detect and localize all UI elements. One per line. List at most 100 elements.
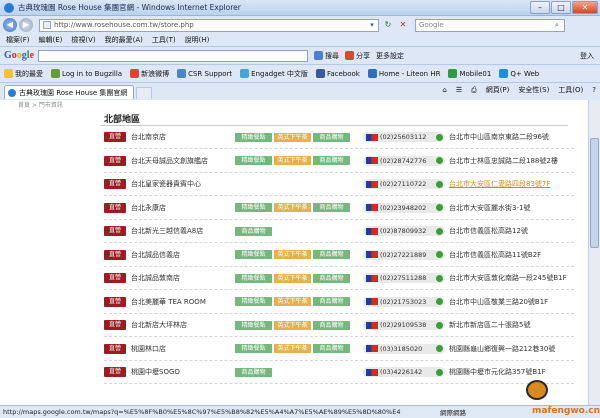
taiwan-flag-icon bbox=[366, 321, 378, 329]
fav-facebook[interactable]: Facebook bbox=[315, 69, 360, 78]
print-icon[interactable]: ⎙ bbox=[471, 86, 477, 95]
phone-number: (02)29109538 bbox=[380, 321, 427, 329]
store-name[interactable]: 台北永康店 bbox=[131, 203, 235, 213]
cmd-safety[interactable]: 安全性(S) bbox=[518, 85, 549, 95]
call-icon[interactable] bbox=[436, 368, 443, 376]
call-icon[interactable] bbox=[436, 345, 443, 352]
address-dropdown-icon[interactable]: ▾ bbox=[366, 21, 378, 29]
store-name[interactable]: 台北誠品信義店 bbox=[131, 250, 235, 260]
menu-view[interactable]: 檢視(V) bbox=[71, 35, 95, 45]
call-icon[interactable] bbox=[436, 180, 443, 188]
cmd-tools[interactable]: 工具(O) bbox=[558, 85, 583, 95]
call-icon[interactable] bbox=[436, 157, 443, 164]
fav-qweb[interactable]: Q+ Web bbox=[499, 69, 539, 78]
call-icon[interactable] bbox=[436, 298, 443, 305]
phone-pill: (02)23948202 bbox=[363, 202, 445, 213]
search-icon[interactable]: ⌕ bbox=[550, 21, 564, 30]
tab-active[interactable]: 古典玫瑰園 Rose House 集團官網 bbox=[4, 85, 134, 99]
status-bar: http://maps.google.com.tw/maps?q=%E5%8F%… bbox=[0, 405, 600, 418]
menu-favorites[interactable]: 我的最愛(A) bbox=[105, 35, 143, 45]
call-icon[interactable] bbox=[436, 227, 443, 235]
store-address-link[interactable]: 桃園縣龜山鄉復興一路212巷30號 bbox=[449, 344, 555, 354]
fav-mobile01[interactable]: Mobile01 bbox=[448, 69, 491, 78]
back-button[interactable]: ◀ bbox=[3, 18, 17, 32]
service-tag: 精緻餐點 bbox=[235, 320, 272, 330]
call-icon[interactable] bbox=[436, 251, 443, 258]
call-icon[interactable] bbox=[436, 321, 443, 329]
menu-help[interactable]: 說明(H) bbox=[185, 35, 210, 45]
store-address-link[interactable]: 台北市大安區麗水街3-1號 bbox=[449, 203, 530, 213]
call-icon[interactable] bbox=[436, 274, 443, 282]
menu-tools[interactable]: 工具(T) bbox=[152, 35, 176, 45]
google-share-button[interactable]: 分享 bbox=[345, 51, 370, 61]
store-name[interactable]: 台北新光三越信義A8店 bbox=[131, 226, 235, 236]
phone-pill: (02)25603112 bbox=[363, 132, 445, 142]
store-name[interactable]: 台北天母誠品文創旗艦店 bbox=[131, 156, 235, 166]
store-name[interactable]: 台北新店大坪林店 bbox=[131, 320, 235, 330]
menu-edit[interactable]: 編輯(E) bbox=[39, 35, 63, 45]
google-more-button[interactable]: 更多設定 bbox=[376, 51, 404, 61]
fav-csr[interactable]: CSR Support bbox=[177, 69, 232, 78]
google-toolbar: Google 搜尋 分享 更多設定 登入 bbox=[0, 46, 600, 64]
store-name[interactable]: 桃園中壢SOGO bbox=[131, 367, 235, 377]
close-button[interactable]: ✕ bbox=[572, 1, 598, 14]
google-search-input[interactable] bbox=[38, 49, 309, 62]
vertical-scrollbar[interactable] bbox=[588, 100, 600, 405]
store-address-link[interactable]: 台北市中山區敬業三路20號B1F bbox=[449, 297, 548, 307]
fav-engadget[interactable]: Engadget 中文版 bbox=[240, 69, 308, 79]
menu-bar: 檔案(F) 編輯(E) 檢視(V) 我的最愛(A) 工具(T) 說明(H) bbox=[0, 34, 600, 46]
store-name[interactable]: 台北南京店 bbox=[131, 132, 235, 142]
menu-file[interactable]: 檔案(F) bbox=[6, 35, 30, 45]
store-address-link[interactable]: 台北市士林區忠誠路二段188號2樓 bbox=[449, 156, 558, 166]
store-name[interactable]: 桃園林口店 bbox=[131, 344, 235, 354]
service-tag: 英式下午茶 bbox=[274, 203, 311, 212]
store-address-link[interactable]: 台北市信義區松高路12號 bbox=[449, 226, 528, 236]
store-address-link[interactable]: 桃園縣中壢市元化路357號B1F bbox=[449, 367, 546, 377]
search-placeholder: Google bbox=[419, 21, 444, 29]
taiwan-flag-icon bbox=[366, 345, 378, 352]
service-tag: 精緻餐點 bbox=[235, 156, 272, 165]
forward-button[interactable]: ▶ bbox=[19, 18, 33, 32]
help-icon[interactable]: ? bbox=[592, 86, 596, 94]
refresh-icon[interactable]: ↻ bbox=[382, 19, 394, 31]
google-search-label: 搜尋 bbox=[325, 51, 340, 60]
store-address-link[interactable]: 台北市中山區南京東路二段96號 bbox=[449, 132, 549, 142]
call-icon[interactable] bbox=[436, 133, 443, 141]
google-signin[interactable]: 登入 bbox=[580, 51, 594, 61]
address-url[interactable]: http://www.rosehouse.com.tw/store.php bbox=[54, 21, 366, 29]
fav-label: 新浪微博 bbox=[141, 69, 170, 78]
service-tag: 英式下午茶 bbox=[274, 132, 311, 142]
maximize-button[interactable]: □ bbox=[551, 1, 571, 14]
store-address-link[interactable]: 新北市新店區二十張路5號 bbox=[449, 320, 530, 330]
feeds-icon[interactable]: ☰ bbox=[456, 86, 462, 94]
address-bar[interactable]: http://www.rosehouse.com.tw/store.php ▾ bbox=[39, 18, 379, 32]
call-icon[interactable] bbox=[436, 204, 443, 211]
star-icon bbox=[4, 69, 13, 78]
cmd-page[interactable]: 網頁(P) bbox=[486, 85, 510, 95]
scrollbar-thumb[interactable] bbox=[590, 138, 599, 248]
stop-icon[interactable]: ✕ bbox=[397, 19, 409, 31]
search-icon bbox=[314, 51, 324, 60]
phone-pill: (02)21753023 bbox=[363, 296, 445, 307]
google-search-button[interactable]: 搜尋 bbox=[314, 51, 339, 61]
service-tags: 精緻餐點 英式下午茶 商品購物 bbox=[235, 156, 363, 165]
fav-bugzilla[interactable]: Log in to Bugzilla bbox=[51, 69, 122, 78]
store-type-badge: 直營 bbox=[104, 367, 126, 377]
search-box[interactable]: Google ⌕ bbox=[415, 18, 565, 32]
minimize-button[interactable]: – bbox=[530, 1, 550, 14]
store-name[interactable]: 台北誠品敦南店 bbox=[131, 273, 235, 283]
store-name[interactable]: 台北皇家瓷器貴賓中心 bbox=[131, 179, 235, 189]
fav-weibo[interactable]: 新浪微博 bbox=[130, 69, 169, 79]
taiwan-flag-icon bbox=[366, 204, 378, 211]
favorites-button[interactable]: 我的最愛 bbox=[4, 69, 43, 79]
home-icon[interactable]: ⌂ bbox=[442, 86, 446, 94]
phone-number: (02)23948202 bbox=[380, 203, 427, 212]
fav-liteon[interactable]: Home - Liteon HR bbox=[367, 69, 440, 78]
store-address-link[interactable]: 台北市大安區敦化南路一段245號B1F bbox=[449, 273, 567, 283]
store-address-link[interactable]: 台北市信義區松高路11號B2F bbox=[449, 250, 541, 260]
mobile01-icon bbox=[448, 69, 458, 78]
store-row: 直營 台北天母誠品文創旗艦店 精緻餐點 英式下午茶 商品購物 (02)28742776 台北… bbox=[104, 150, 574, 173]
new-tab-button[interactable] bbox=[136, 87, 152, 99]
store-address-link[interactable]: 台北市大安區仁愛路四段83號7F bbox=[449, 179, 550, 189]
store-name[interactable]: 台北美麗華 TEA ROOM bbox=[131, 297, 235, 307]
